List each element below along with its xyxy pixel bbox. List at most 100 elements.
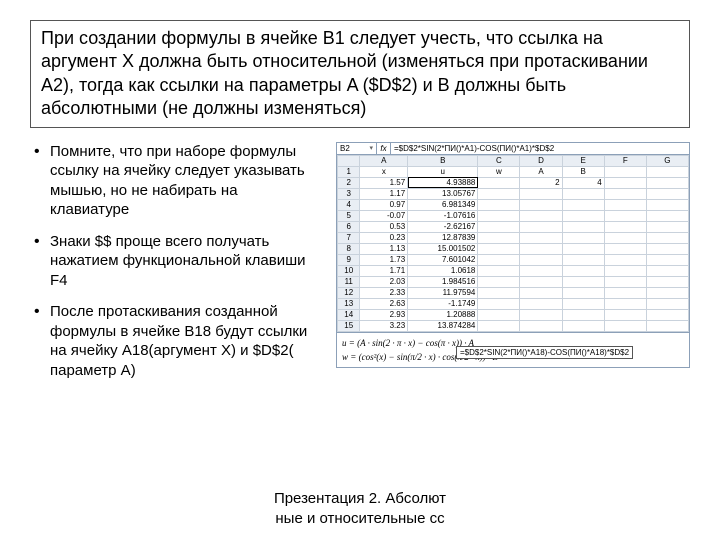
cell[interactable]: 13.874284: [408, 320, 478, 331]
cell[interactable]: [520, 210, 562, 221]
cell[interactable]: 1.71: [360, 265, 408, 276]
col-header[interactable]: E: [562, 155, 604, 166]
cell[interactable]: [604, 221, 646, 232]
cell[interactable]: [562, 221, 604, 232]
row-header[interactable]: 11: [338, 276, 360, 287]
cell[interactable]: [562, 210, 604, 221]
cell[interactable]: [520, 265, 562, 276]
row-header[interactable]: 5: [338, 210, 360, 221]
cell[interactable]: [478, 177, 520, 188]
cell[interactable]: [478, 210, 520, 221]
cell[interactable]: [562, 287, 604, 298]
cell[interactable]: 1.984516: [408, 276, 478, 287]
cell[interactable]: [646, 298, 688, 309]
cell[interactable]: [646, 188, 688, 199]
cell[interactable]: [646, 309, 688, 320]
cell[interactable]: [646, 177, 688, 188]
row-header[interactable]: 9: [338, 254, 360, 265]
row-header[interactable]: 7: [338, 232, 360, 243]
col-header[interactable]: D: [520, 155, 562, 166]
cell[interactable]: [604, 276, 646, 287]
cell[interactable]: [520, 188, 562, 199]
cell[interactable]: [646, 199, 688, 210]
cell[interactable]: [562, 243, 604, 254]
cell[interactable]: [646, 320, 688, 331]
corner-cell[interactable]: [338, 155, 360, 166]
cell[interactable]: [520, 287, 562, 298]
cell[interactable]: [478, 265, 520, 276]
cell[interactable]: 12.87839: [408, 232, 478, 243]
formula-input[interactable]: =$D$2*SIN(2*ПИ()*A1)-COS(ПИ()*A1)*$D$2: [391, 143, 689, 154]
row-header[interactable]: 13: [338, 298, 360, 309]
fx-label[interactable]: fx: [377, 143, 391, 154]
cell[interactable]: [646, 254, 688, 265]
cell[interactable]: 11.97594: [408, 287, 478, 298]
cell[interactable]: 1.73: [360, 254, 408, 265]
cell[interactable]: 7.601042: [408, 254, 478, 265]
cell[interactable]: 0.97: [360, 199, 408, 210]
cell[interactable]: [604, 188, 646, 199]
row-header[interactable]: 1: [338, 166, 360, 177]
row-header[interactable]: 2: [338, 177, 360, 188]
cell[interactable]: [604, 254, 646, 265]
cell[interactable]: [562, 232, 604, 243]
cell[interactable]: [478, 320, 520, 331]
cell[interactable]: [646, 232, 688, 243]
cell[interactable]: w: [478, 166, 520, 177]
cell[interactable]: [520, 309, 562, 320]
cell[interactable]: [604, 177, 646, 188]
col-header[interactable]: G: [646, 155, 688, 166]
row-header[interactable]: 12: [338, 287, 360, 298]
cell[interactable]: [646, 265, 688, 276]
cell[interactable]: [478, 298, 520, 309]
cell[interactable]: [520, 320, 562, 331]
cell[interactable]: [478, 199, 520, 210]
cell[interactable]: 15.001502: [408, 243, 478, 254]
row-header[interactable]: 10: [338, 265, 360, 276]
cell[interactable]: [562, 276, 604, 287]
col-header[interactable]: B: [408, 155, 478, 166]
cell[interactable]: 2: [520, 177, 562, 188]
cell[interactable]: 0.23: [360, 232, 408, 243]
cell[interactable]: x: [360, 166, 408, 177]
cell[interactable]: 2.33: [360, 287, 408, 298]
cell[interactable]: [520, 298, 562, 309]
cell[interactable]: [604, 210, 646, 221]
cell[interactable]: [478, 287, 520, 298]
cell[interactable]: [562, 254, 604, 265]
cell[interactable]: [604, 265, 646, 276]
cell[interactable]: [646, 166, 688, 177]
cell[interactable]: [604, 243, 646, 254]
cell[interactable]: [520, 199, 562, 210]
cell[interactable]: [646, 221, 688, 232]
cell[interactable]: [646, 210, 688, 221]
cell[interactable]: [562, 320, 604, 331]
row-header[interactable]: 4: [338, 199, 360, 210]
cell[interactable]: [562, 298, 604, 309]
cell[interactable]: [604, 287, 646, 298]
cell[interactable]: 3.23: [360, 320, 408, 331]
cell[interactable]: 2.63: [360, 298, 408, 309]
cell[interactable]: [520, 221, 562, 232]
cell[interactable]: [478, 232, 520, 243]
cell[interactable]: -1.1749: [408, 298, 478, 309]
cell[interactable]: [646, 243, 688, 254]
cell[interactable]: [604, 199, 646, 210]
cell[interactable]: [604, 232, 646, 243]
row-header[interactable]: 15: [338, 320, 360, 331]
cell[interactable]: 1.0618: [408, 265, 478, 276]
cell[interactable]: [604, 166, 646, 177]
cell[interactable]: 0.53: [360, 221, 408, 232]
cell[interactable]: [520, 254, 562, 265]
row-header[interactable]: 14: [338, 309, 360, 320]
col-header[interactable]: C: [478, 155, 520, 166]
cell[interactable]: -1.07616: [408, 210, 478, 221]
cell[interactable]: 2.93: [360, 309, 408, 320]
cell[interactable]: [478, 309, 520, 320]
row-header[interactable]: 8: [338, 243, 360, 254]
col-header[interactable]: A: [360, 155, 408, 166]
cell[interactable]: -0.07: [360, 210, 408, 221]
cell[interactable]: 1.57: [360, 177, 408, 188]
cell[interactable]: [478, 276, 520, 287]
cell[interactable]: 4.93888: [408, 177, 478, 188]
